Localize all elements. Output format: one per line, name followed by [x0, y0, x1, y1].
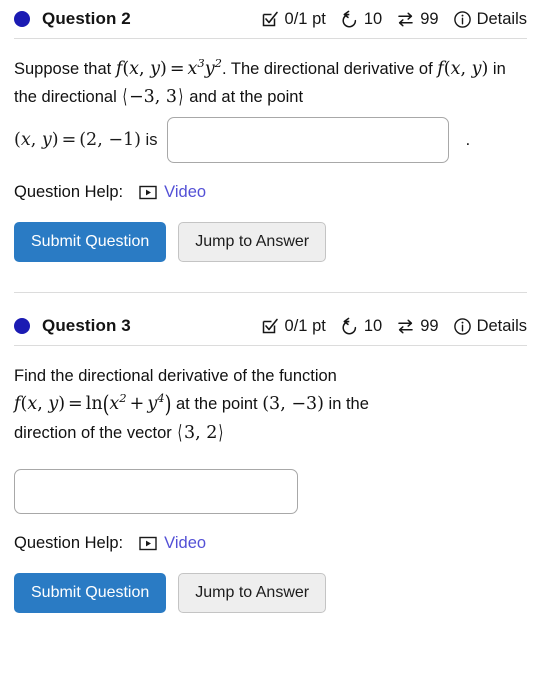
prompt-text-lead2: of [418, 60, 438, 78]
checkbox-check-icon [261, 317, 280, 336]
math-expression-f-xy: f(x, y) [437, 59, 489, 79]
math-point-xy-2-neg1: (x, y) = (2, −1) [14, 130, 141, 151]
question-title: Question 2 [42, 9, 131, 28]
answer-lead: (x, y) = (2, −1) is [14, 130, 157, 150]
math-vector-neg3-3: ⟨−3, 3⟩ [122, 85, 184, 108]
details-group[interactable]: Details [453, 10, 527, 29]
question-body: Suppose that f(x, y) = x3y2. The direction… [0, 39, 541, 263]
question-header: Question 3 0/1 pt 10 99 Details [0, 307, 541, 345]
answer-lead-tail: is [140, 131, 158, 150]
points-group: 0/1 pt [261, 10, 326, 29]
question-actions: Submit Question Jump to Answer [14, 222, 527, 263]
info-circle-icon[interactable] [453, 10, 472, 29]
checkbox-check-icon [261, 10, 280, 29]
question-block-2: Question 2 0/1 pt 10 99 Details Suppose … [0, 0, 541, 263]
question-actions: Submit Question Jump to Answer [14, 573, 527, 614]
question-block-3: Question 3 0/1 pt 10 99 Details Find the… [0, 307, 541, 614]
submit-question-button[interactable]: Submit Question [14, 573, 167, 614]
answer-line: (x, y) = (2, −1) is . [14, 117, 527, 164]
prompt-text-lead: Suppose that [14, 60, 116, 78]
jump-to-answer-button[interactable]: Jump to Answer [178, 222, 327, 263]
question-status-dot [14, 318, 30, 335]
versions-group: 99 [396, 9, 439, 29]
undo-arrow-icon [340, 317, 359, 336]
question-header: Question 2 0/1 pt 10 99 Details [0, 0, 541, 38]
question-prompt: Suppose that f(x, y) = x3y2. The direction… [14, 55, 527, 111]
question-meta: 0/1 pt 10 99 Details [261, 10, 527, 29]
math-vector-3-2: ⟨3, 2⟩ [177, 421, 224, 445]
video-play-icon[interactable] [139, 536, 157, 551]
attempts-group: 10 [340, 317, 382, 336]
points-group: 0/1 pt [261, 317, 326, 336]
trailing-period: . [465, 130, 471, 150]
question-section-divider [14, 292, 527, 294]
points-label: 0/1 pt [284, 9, 326, 28]
question-help-label: Question Help: [14, 534, 124, 553]
prompt-text-line3: direction of the vector [14, 424, 177, 443]
math-point-3-neg3: (3, −3) [262, 394, 324, 415]
swap-arrows-icon [396, 317, 415, 336]
video-help-link[interactable]: Video [139, 534, 206, 553]
answer-input[interactable] [14, 469, 298, 515]
jump-to-answer-button[interactable]: Jump to Answer [178, 573, 327, 614]
video-link-label[interactable]: Video [164, 183, 206, 202]
answer-input[interactable] [167, 117, 450, 164]
prompt-text-mid3: and at the point [184, 88, 304, 107]
video-link-label[interactable]: Video [164, 534, 206, 553]
question-body: Find the directional derivative of the f… [0, 346, 541, 614]
attempts-label: 10 [363, 316, 383, 335]
video-help-link[interactable]: Video [139, 183, 206, 202]
question-meta: 0/1 pt 10 99 Details [261, 317, 527, 336]
math-expression-f-xy-ln: f(x, y) = ln(x2 + y4) [14, 391, 172, 419]
prompt-text-mid1: at the point [171, 395, 263, 414]
points-label: 0/1 pt [284, 316, 326, 335]
attempts-group: 10 [340, 10, 382, 29]
prompt-text-mid1: . The directional derivative [222, 60, 415, 78]
details-group[interactable]: Details [453, 317, 527, 336]
prompt-text-mid2: in the [323, 395, 369, 414]
question-prompt: Find the directional derivative of the f… [14, 362, 527, 447]
question-title: Question 3 [42, 316, 131, 336]
video-play-icon[interactable] [139, 185, 157, 200]
versions-label: 99 [420, 316, 439, 335]
versions-group: 99 [396, 316, 439, 336]
question-status-dot [14, 11, 30, 27]
undo-arrow-icon [340, 10, 359, 29]
question-help-label: Question Help: [14, 183, 124, 202]
details-label[interactable]: Details [477, 317, 527, 336]
info-circle-icon[interactable] [453, 317, 472, 336]
math-expression-f-xy-x3y2: f(x, y) = x3y2 [115, 56, 223, 79]
submit-question-button[interactable]: Submit Question [14, 222, 167, 263]
question-help-row: Question Help: Video [14, 534, 527, 553]
question-help-row: Question Help: Video [14, 183, 527, 202]
swap-arrows-icon [396, 10, 415, 29]
versions-label: 99 [420, 9, 439, 28]
details-label[interactable]: Details [477, 10, 527, 29]
attempts-label: 10 [363, 9, 383, 28]
prompt-text-line1: Find the directional derivative of the f… [14, 367, 337, 386]
